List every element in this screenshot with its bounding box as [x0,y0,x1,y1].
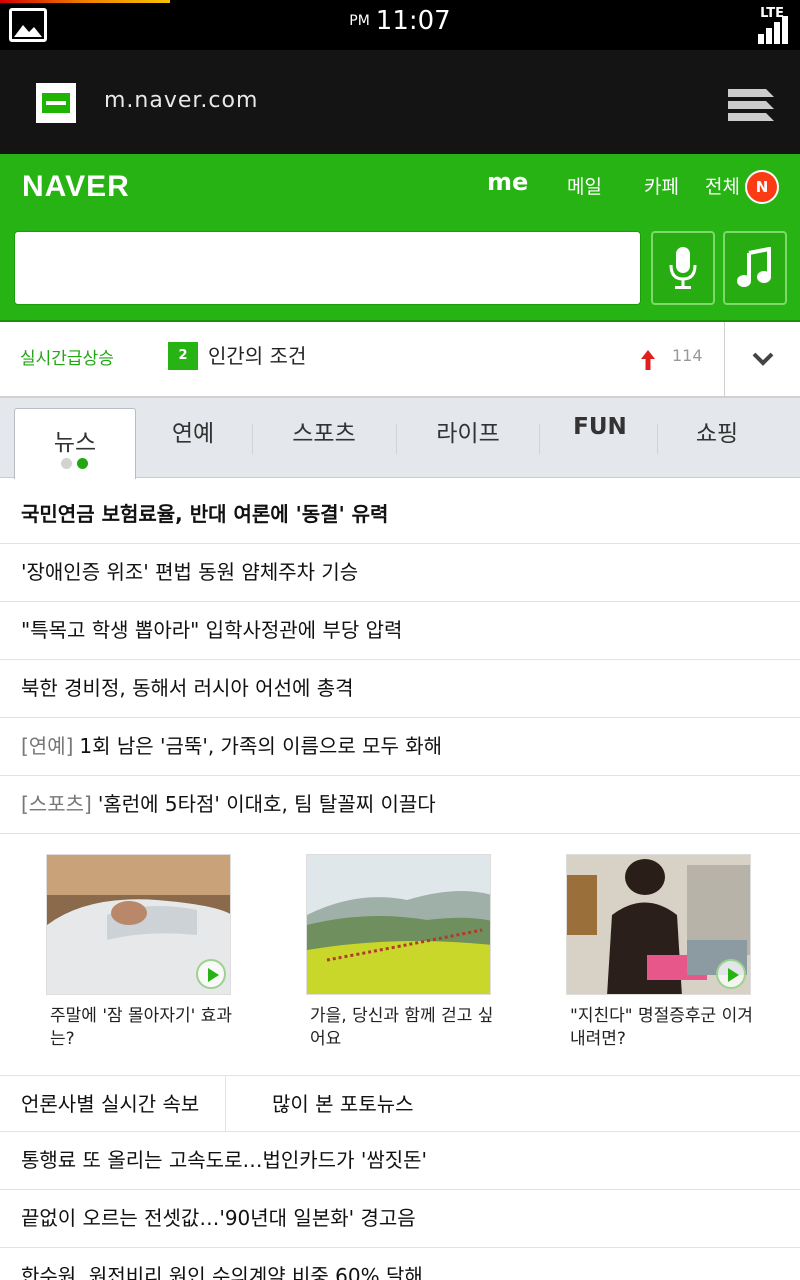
search-input[interactable] [14,231,641,305]
page-dot-active [77,458,88,469]
news-title: 통행료 또 올리는 고속도로…법인카드가 '쌈짓돈' [21,1148,428,1172]
news-title: 1회 남은 '금뚝', 가족의 이름으로 모두 화해 [79,734,443,758]
clock: PM 11:07 [0,6,800,36]
tab-news[interactable]: 뉴스 [14,408,136,479]
sub-tab-divider [225,1076,226,1132]
photo-caption[interactable]: 가을, 당신과 함께 걷고 싶어요 [310,1005,500,1051]
page-dot [61,458,72,469]
tab-divider [539,424,540,454]
site-favicon-icon [36,83,76,123]
page-indicator [61,449,93,475]
tab-fun[interactable]: FUN [573,414,627,440]
news-category-tag: [스포츠] [21,792,92,816]
realtime-count: 114 [672,346,703,365]
status-bar: PM 11:07 LTE [0,0,800,50]
header-link-all[interactable]: 전체 [705,172,740,199]
page-load-progress [0,0,170,3]
realtime-label: 실시간급상승 [20,349,114,369]
tab-shopping[interactable]: 쇼핑 [693,414,741,448]
news-title: "특목고 학생 뽑아라" 입학사정관에 부당 압력 [21,618,403,642]
news-item[interactable]: [연예] 1회 남은 '금뚝', 가족의 이름으로 모두 화해 [0,718,800,776]
tab-popular-photo-news[interactable]: 많이 본 포토뉴스 [272,1088,414,1117]
news-item[interactable]: '장애인증 위조' 편법 동원 얌체주차 기승 [0,544,800,602]
tab-divider [396,424,397,454]
news-item[interactable]: [스포츠] '홈런에 5타점' 이대호, 팀 탈꼴찌 이끌다 [0,776,800,834]
clock-time: 11:07 [375,6,451,36]
news-title: '장애인증 위조' 편법 동원 얌체주차 기승 [21,560,359,584]
news-item[interactable]: 통행료 또 올리는 고속도로…법인카드가 '쌈짓돈' [0,1132,800,1190]
music-search-button[interactable] [723,231,787,305]
news-title: 한수원, 원전비리 원인 수의계약 비중 60% 달해 [21,1264,423,1280]
clock-ampm: PM [349,13,370,29]
realtime-rank-badge: 2 [168,342,198,370]
news-item[interactable]: 끝없이 오르는 전셋값…'90년대 일본화' 경고음 [0,1190,800,1248]
news-title: '홈런에 5타점' 이대호, 팀 탈꼴찌 이끌다 [97,792,436,816]
url-field[interactable]: m.naver.com [104,88,258,113]
photo-caption[interactable]: 주말에 '잠 몰아자기' 효과는? [50,1005,240,1051]
tab-life[interactable]: 라이프 [432,414,504,448]
photo-thumbnail[interactable] [306,854,491,995]
news-item[interactable]: 북한 경비정, 동해서 러시아 어선에 총격 [0,660,800,718]
photo-thumbnail[interactable] [46,854,231,995]
tab-divider [252,424,253,454]
tab-sports[interactable]: 스포츠 [288,414,360,448]
tab-entertainment[interactable]: 연예 [168,414,218,448]
news-title: 끝없이 오르는 전셋값…'90년대 일본화' 경고음 [21,1206,416,1230]
tab-realtime-breaking[interactable]: 언론사별 실시간 속보 [21,1088,199,1117]
realtime-keyword[interactable]: 인간의 조건 [208,340,306,369]
rank-up-arrow-icon [641,350,655,370]
news-title: 국민연금 보험료율, 반대 여론에 '동결' 유력 [21,502,389,526]
notification-badge[interactable]: N [745,170,779,204]
news-item[interactable]: 한수원, 원전비리 원인 수의계약 비중 60% 달해 [0,1248,800,1280]
play-icon [196,959,226,989]
header-link-mail[interactable]: 메일 [567,172,602,199]
tab-divider [657,424,658,454]
photo-thumbnail[interactable] [566,854,751,995]
naver-logo[interactable]: NAVER [22,170,130,204]
microphone-icon [669,247,697,289]
news-category-tag: [연예] [21,734,74,758]
play-icon [716,959,746,989]
header-link-cafe[interactable]: 카페 [644,172,679,199]
news-item[interactable]: 국민연금 보험료율, 반대 여론에 '동결' 유력 [0,486,800,544]
browser-tabs-icon[interactable] [726,83,776,123]
news-item[interactable]: "특목고 학생 뽑아라" 입학사정관에 부당 압력 [0,602,800,660]
photo-caption[interactable]: "지친다" 명절증후군 이겨내려면? [570,1005,760,1051]
music-note-icon [737,247,771,287]
signal-icon: LTE [752,6,788,44]
realtime-expand-button[interactable] [724,322,800,398]
news-title: 북한 경비정, 동해서 러시아 어선에 총격 [21,676,354,700]
voice-search-button[interactable] [651,231,715,305]
header-link-me[interactable]: me [487,168,528,196]
chevron-down-icon [752,352,774,366]
